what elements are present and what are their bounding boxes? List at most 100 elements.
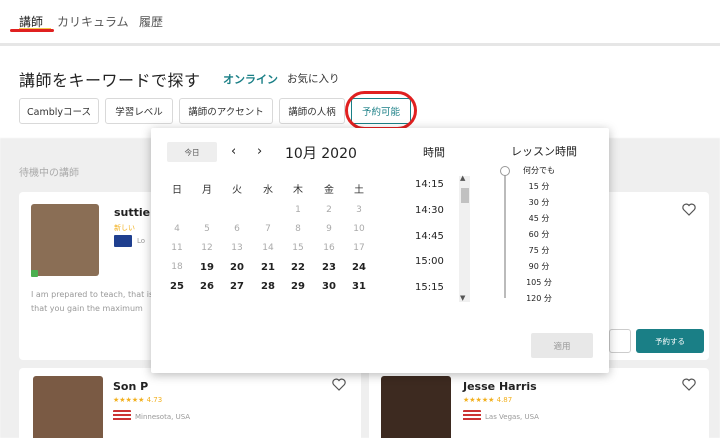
calendar-day: 18: [171, 262, 183, 272]
weekday-header: 土: [354, 185, 364, 196]
flag-us-icon: [113, 410, 131, 422]
annotation-underline: [10, 29, 54, 32]
time-slot[interactable]: 15:15: [415, 282, 444, 293]
weekday-header: 金: [324, 185, 334, 196]
chevron-left-icon[interactable]: ‹: [231, 144, 236, 159]
calendar-day: 11: [171, 243, 183, 253]
calendar-day: 9: [326, 224, 332, 234]
calendar-day: 3: [356, 205, 362, 215]
flag-us-icon: [463, 410, 481, 422]
time-slot[interactable]: 14:15: [415, 179, 444, 190]
availability-popup: 今日 ‹ › 10月 2020 日月火水木金土 1 2 3 4 5 6 7 8 9 10 11 12 13…: [151, 128, 609, 373]
lesson-length-slider[interactable]: [504, 170, 506, 298]
filter-cambly-course[interactable]: Camblyコース: [19, 98, 99, 124]
calendar-day: 6: [234, 224, 240, 234]
heart-icon[interactable]: [682, 378, 696, 391]
calendar-day[interactable]: 19: [195, 262, 219, 273]
calendar-day: 17: [353, 243, 365, 253]
calendar-day[interactable]: 25: [165, 281, 189, 292]
calendar-day[interactable]: 21: [256, 262, 280, 273]
weekday-header: 火: [232, 185, 242, 196]
heart-icon[interactable]: [682, 203, 696, 216]
calendar-day: 5: [204, 224, 210, 234]
weekday-header: 水: [263, 185, 273, 196]
lesson-length-title: レッスン時間: [511, 145, 577, 158]
avatar: [381, 376, 451, 438]
teacher-card: Jesse Harris ★★★★★ 4.87 Las Vegas, USA: [369, 368, 709, 438]
calendar-day[interactable]: 29: [286, 281, 310, 292]
rating-stars: ★★★★★ 4.87: [463, 396, 513, 404]
calendar-day[interactable]: 20: [225, 262, 249, 273]
weekday-header: 日: [172, 185, 182, 196]
online-filter-link[interactable]: オンライン: [223, 71, 278, 87]
tab-curriculum[interactable]: カリキュラム: [57, 13, 129, 30]
teacher-card: Son P ★★★★★ 4.73 Minnesota, USA: [19, 368, 361, 438]
time-slot[interactable]: 15:00: [415, 256, 444, 267]
month-label: 10月 2020: [285, 146, 357, 162]
favorites-link[interactable]: お気に入り: [287, 71, 340, 86]
calendar-day: 15: [292, 243, 304, 253]
reserve-button[interactable]: 予約する: [636, 329, 704, 353]
rating-value: 4.87: [496, 396, 513, 404]
calendar-day: 4: [174, 224, 180, 234]
chevron-right-icon[interactable]: ›: [257, 144, 262, 159]
rating-stars: ★★★★★ 4.73: [113, 396, 163, 404]
apply-button[interactable]: 適用: [531, 333, 593, 358]
filter-accent[interactable]: 講師のアクセント: [179, 98, 273, 124]
calendar-day: 1: [295, 205, 301, 215]
annotation-circle: [345, 91, 417, 130]
calendar-day: 2: [326, 205, 332, 215]
teacher-location: Lo: [137, 237, 146, 245]
filter-personality[interactable]: 講師の人柄: [279, 98, 345, 124]
calendar-day: 8: [295, 224, 301, 234]
teacher-bio-line2: that you gain the maximum: [31, 304, 143, 313]
weekday-header: 木: [293, 185, 303, 196]
calendar-day: 7: [265, 224, 271, 234]
scroll-thumb[interactable]: [461, 188, 469, 203]
teacher-name: suttie: [114, 206, 151, 219]
calendar-day[interactable]: 23: [317, 262, 341, 273]
lesson-length-option[interactable]: 45 分: [509, 213, 569, 224]
nav-divider: [0, 43, 720, 46]
heart-icon[interactable]: [332, 378, 346, 391]
lesson-length-option[interactable]: 何分でも: [509, 165, 569, 176]
tab-history[interactable]: 履歴: [139, 13, 163, 30]
teacher-name: Son P: [113, 380, 149, 393]
flag-uk-icon: [114, 235, 132, 247]
filter-level[interactable]: 学習レベル: [105, 98, 173, 124]
lesson-length-option[interactable]: 15 分: [509, 181, 569, 192]
calendar-day: 10: [353, 224, 365, 234]
calendar-day[interactable]: 27: [225, 281, 249, 292]
scroll-down-icon[interactable]: ▼: [460, 294, 465, 302]
teacher-location: Minnesota, USA: [135, 413, 191, 421]
lesson-length-option[interactable]: 120 分: [509, 293, 569, 304]
time-column-title: 時間: [423, 146, 445, 159]
lesson-length-option[interactable]: 60 分: [509, 229, 569, 240]
calendar-day[interactable]: 30: [317, 281, 341, 292]
time-slot[interactable]: 14:45: [415, 231, 444, 242]
calendar-day[interactable]: 22: [286, 262, 310, 273]
calendar-day[interactable]: 28: [256, 281, 280, 292]
weekday-header: 月: [202, 185, 212, 196]
calendar-day[interactable]: 31: [347, 281, 371, 292]
online-indicator: [31, 270, 38, 277]
page-title: 講師をキーワードで探す: [19, 71, 201, 90]
calendar-day[interactable]: 24: [347, 262, 371, 273]
message-button[interactable]: [609, 329, 631, 353]
calendar-day: 16: [323, 243, 335, 253]
today-button[interactable]: 今日: [167, 142, 217, 162]
lesson-length-option[interactable]: 30 分: [509, 197, 569, 208]
teacher-badge: 新しい: [114, 224, 135, 232]
lesson-length-option[interactable]: 90 分: [509, 261, 569, 272]
scroll-up-icon[interactable]: ▲: [460, 174, 465, 182]
top-nav: 講師 カリキュラム 履歴: [0, 0, 720, 44]
rating-value: 4.73: [146, 396, 163, 404]
calendar-day[interactable]: 26: [195, 281, 219, 292]
lesson-length-option[interactable]: 105 分: [509, 277, 569, 288]
calendar-day: 12: [201, 243, 213, 253]
lesson-length-option[interactable]: 75 分: [509, 245, 569, 256]
time-slot[interactable]: 14:30: [415, 205, 444, 216]
avatar: [31, 204, 99, 276]
calendar-day: 14: [262, 243, 274, 253]
section-label: 待機中の講師: [19, 168, 79, 179]
